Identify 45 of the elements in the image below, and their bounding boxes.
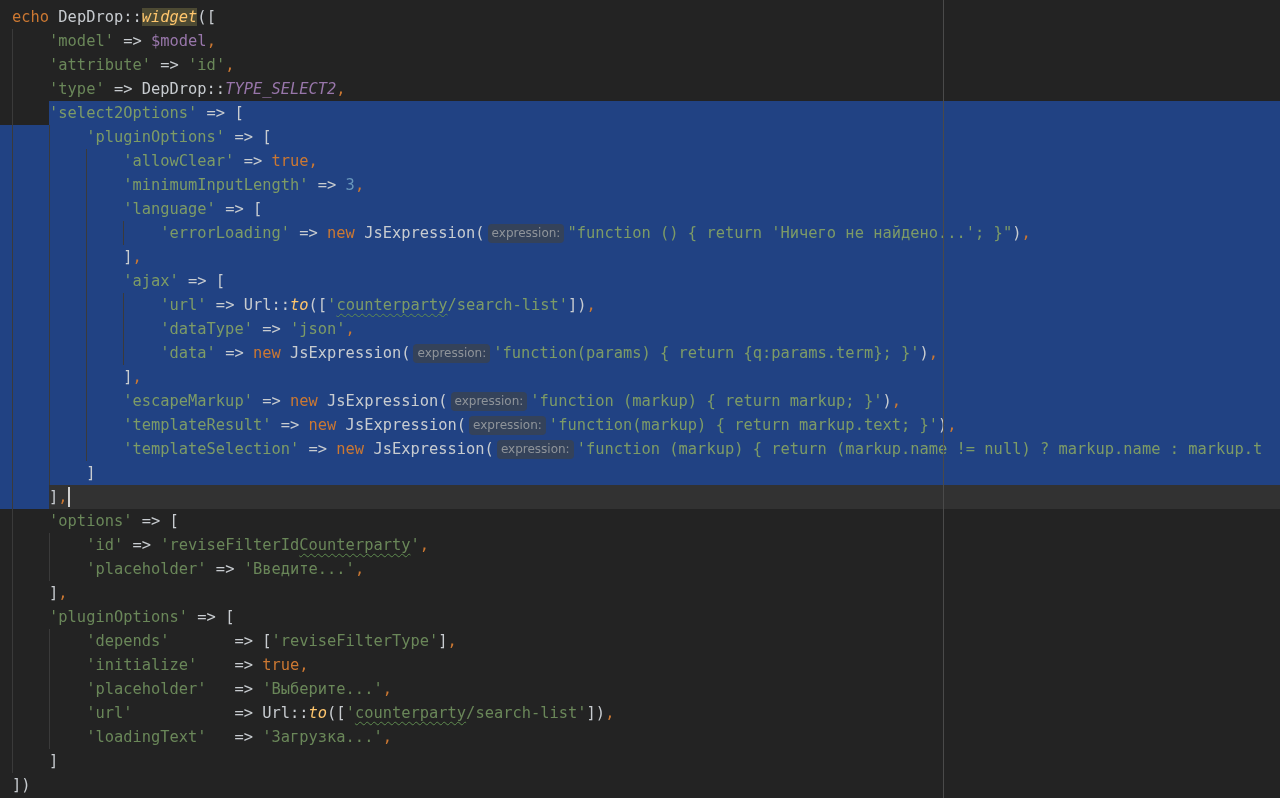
code-text: 'dataType' => 'json', [160, 319, 355, 339]
code-text: 'attribute' => 'id', [49, 55, 235, 75]
code-text: ], [49, 583, 68, 603]
inlay-hint: expression: [450, 391, 528, 411]
code-text: ], [123, 247, 142, 267]
code-text: ] [86, 463, 96, 483]
text-cursor [67, 487, 70, 507]
inlay-hint: expression: [469, 415, 546, 435]
code-text: 'placeholder' => 'Введите...', [86, 559, 365, 579]
code-text: 'depends' => ['reviseFilterType'], [86, 631, 457, 651]
code-text: 'model' => $model, [49, 31, 216, 51]
code-text: 'loadingText' => 'Загрузка...', [86, 727, 392, 747]
code-text: 'templateResult' => new JsExpression( [123, 415, 467, 435]
code-text: 'pluginOptions' => [ [86, 127, 272, 147]
code-text: 'language' => [ [123, 199, 263, 219]
code-text: 'escapeMarkup' => new JsExpression( [123, 391, 448, 411]
code-text: 'id' => 'reviseFilterIdCounterparty', [86, 535, 430, 555]
code-text: 'url' => Url::to(['counterparty/search-list']), [86, 703, 615, 723]
code-text: 'errorLoading' => new JsExpression( [160, 223, 485, 243]
code-text: 'ajax' => [ [123, 271, 226, 291]
code-text: ], [123, 367, 142, 387]
code-text: 'allowClear' => true, [123, 151, 318, 171]
code-text: 'initialize' => true, [86, 655, 309, 675]
code-text: ]) [12, 775, 31, 795]
inlay-hint: expression: [496, 439, 574, 459]
code-text: 'pluginOptions' => [ [49, 607, 235, 627]
code-text: 'type' => DepDrop::TYPE_SELECT2, [49, 79, 346, 99]
code-text: ], [49, 487, 68, 507]
code-text: echo DepDrop::widget([ [12, 7, 216, 27]
code-text: 'url' => Url::to(['counterparty/search-list']), [160, 295, 596, 315]
code-text: 'function (markup) { return markup; }'), [530, 391, 901, 411]
code-text: 'function(params) { return {q:params.term}; }'), [493, 343, 939, 363]
indent-guide [123, 221, 125, 245]
code-text: 'function (markup) { return (markup.name != null) ? markup.name : markup.t [576, 439, 1263, 459]
code-text: ] [49, 751, 59, 771]
code-text: 'minimumInputLength' => 3, [123, 175, 365, 195]
code-text: 'data' => new JsExpression( [160, 343, 411, 363]
code-text: 'placeholder' => 'Выберите...', [86, 679, 392, 699]
inlay-hint: expression: [487, 223, 565, 243]
code-text: 'select2Options' => [ [49, 103, 244, 123]
code-text: 'templateSelection' => new JsExpression( [123, 439, 494, 459]
code-text: "function () { return 'Ничего не найдено...'; }"), [567, 223, 1031, 243]
inlay-hint: expression: [413, 343, 491, 363]
code-text: 'options' => [ [49, 511, 179, 531]
code-editor[interactable] [0, 0, 1280, 798]
